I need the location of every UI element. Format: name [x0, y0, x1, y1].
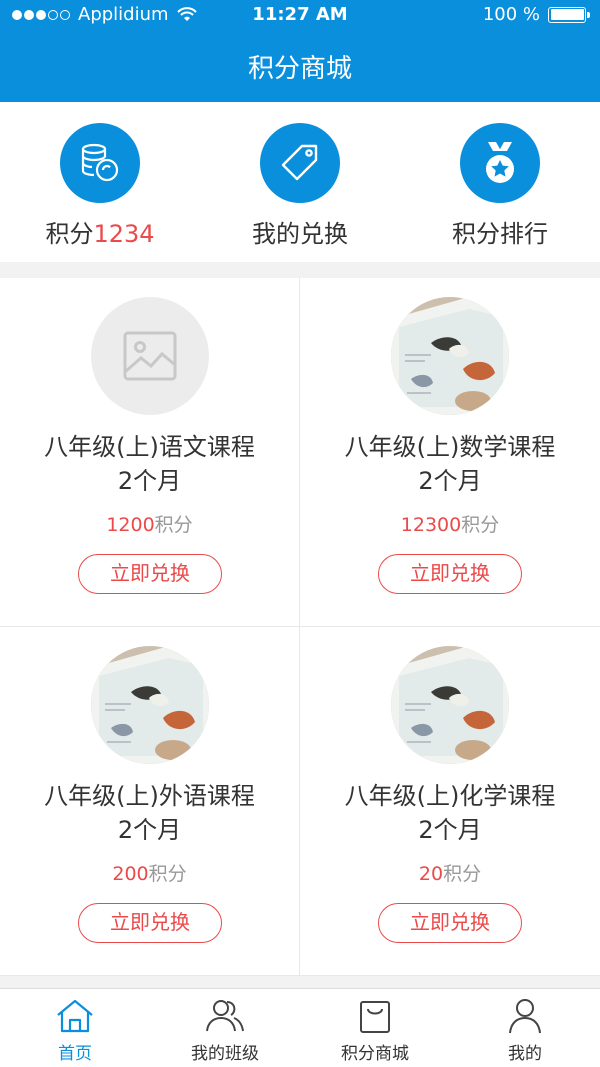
shopping-bag-icon — [360, 1001, 390, 1033]
product-image — [391, 646, 509, 764]
status-right: 100 % — [482, 4, 590, 25]
tab-label: 我的班级 — [191, 1044, 259, 1064]
tab-label: 首页 — [58, 1044, 92, 1064]
tab-my-class[interactable]: 我的班级 — [150, 989, 300, 1067]
points-balance-item[interactable]: 积分1234 — [0, 102, 200, 262]
tab-label: 我的 — [508, 1044, 542, 1064]
exchange-button[interactable]: 立即兑换 — [78, 903, 222, 943]
user-icon — [509, 999, 541, 1034]
product-card[interactable]: 八年级(上)数学课程 2个月 12300积分 立即兑换 — [300, 278, 600, 627]
app-header: Applidium 11:27 AM 100 % 积分商城 — [0, 0, 600, 102]
product-title: 八年级(上)外语课程 2个月 — [44, 782, 255, 844]
coins-icon — [60, 123, 140, 203]
tab-mine[interactable]: 我的 — [450, 989, 600, 1067]
points-ranking-label: 积分排行 — [452, 220, 548, 248]
product-card[interactable]: 八年级(上)化学课程 2个月 20积分 立即兑换 — [300, 627, 600, 976]
tab-points-mall[interactable]: 积分商城 — [300, 989, 450, 1067]
points-ranking-item[interactable]: 积分排行 — [400, 102, 600, 262]
my-exchanges-label: 我的兑换 — [252, 220, 348, 248]
home-icon — [57, 999, 93, 1033]
tag-icon — [260, 123, 340, 203]
battery-text: 100 % — [482, 4, 540, 25]
product-title: 八年级(上)语文课程 2个月 — [44, 433, 255, 495]
product-points: 1200积分 — [106, 514, 193, 536]
product-grid: 八年级(上)语文课程 2个月 1200积分 立即兑换 八年级(上)数学课程 2个… — [0, 278, 600, 976]
image-placeholder-icon — [91, 297, 209, 415]
product-card[interactable]: 八年级(上)语文课程 2个月 1200积分 立即兑换 — [0, 278, 300, 627]
tab-label: 积分商城 — [341, 1044, 409, 1064]
class-icon — [206, 1000, 244, 1032]
my-exchanges-item[interactable]: 我的兑换 — [200, 102, 400, 262]
points-value: 1234 — [93, 220, 155, 248]
exchange-button[interactable]: 立即兑换 — [378, 903, 522, 943]
exchange-button[interactable]: 立即兑换 — [378, 554, 522, 594]
product-image — [91, 646, 209, 764]
tab-bar: 首页 我的班级 积分商城 我的 — [0, 988, 600, 1067]
battery-icon — [548, 6, 590, 23]
exchange-button[interactable]: 立即兑换 — [78, 554, 222, 594]
page-title: 积分商城 — [247, 54, 352, 84]
tab-home[interactable]: 首页 — [0, 989, 150, 1067]
medal-icon — [460, 123, 540, 203]
product-points: 20积分 — [418, 863, 482, 885]
product-card[interactable]: 八年级(上)外语课程 2个月 200积分 立即兑换 — [0, 627, 300, 976]
product-title: 八年级(上)化学课程 2个月 — [344, 782, 556, 844]
quick-nav: 积分1234 我的兑换 积分排行 — [0, 102, 600, 262]
points-label: 积分1234 — [45, 220, 155, 248]
product-points: 12300积分 — [400, 514, 500, 536]
status-bar: Applidium 11:27 AM 100 % — [0, 0, 600, 30]
product-title: 八年级(上)数学课程 2个月 — [344, 433, 556, 495]
product-image — [391, 297, 509, 415]
product-points: 200积分 — [112, 863, 187, 885]
